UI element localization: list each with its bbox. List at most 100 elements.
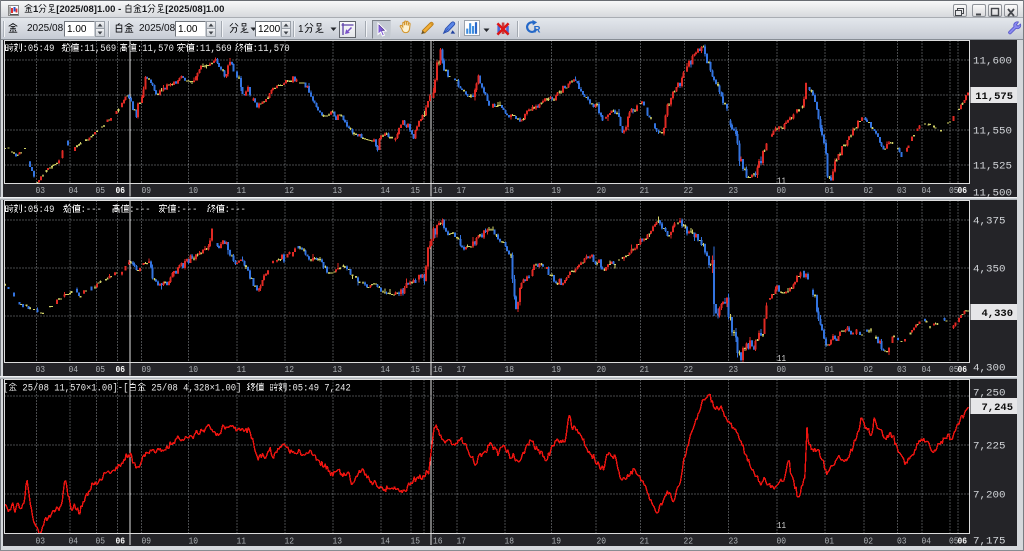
svg-text:13: 13 — [333, 537, 343, 547]
svg-text::11,570: :11,570 — [137, 44, 174, 55]
svg-text:[: [ — [3, 383, 8, 395]
svg-text:14: 14 — [381, 537, 391, 547]
svg-text:02: 02 — [864, 537, 874, 547]
svg-text:11: 11 — [237, 186, 247, 196]
svg-text:10: 10 — [189, 186, 199, 196]
svg-text:19: 19 — [552, 186, 562, 196]
svg-text:7,200: 7,200 — [973, 490, 1006, 502]
svg-text:20: 20 — [597, 537, 607, 547]
svg-text:22: 22 — [684, 365, 694, 375]
svg-text:4,300: 4,300 — [973, 363, 1006, 375]
svg-text:11: 11 — [777, 520, 786, 531]
svg-text:21: 21 — [640, 537, 650, 547]
svg-text:09: 09 — [142, 186, 152, 196]
svg-text::---: :--- — [225, 205, 246, 216]
svg-text::---: :--- — [129, 205, 150, 216]
svg-text:12: 12 — [285, 365, 295, 375]
svg-text:15: 15 — [411, 537, 421, 547]
svg-text:23: 23 — [729, 537, 739, 547]
svg-text:03: 03 — [36, 537, 46, 547]
svg-text:04: 04 — [922, 186, 932, 196]
svg-text:R: R — [534, 25, 541, 36]
svg-text:04: 04 — [69, 537, 79, 547]
svg-text:11,575: 11,575 — [975, 91, 1013, 103]
svg-text:18: 18 — [505, 365, 515, 375]
svg-text:25/08 4,328: 25/08 4,328 — [146, 383, 210, 395]
svg-text:09: 09 — [142, 537, 152, 547]
svg-text:17: 17 — [457, 365, 467, 375]
svg-text:×1.00]: ×1.00] — [210, 383, 247, 395]
svg-text:11: 11 — [777, 176, 786, 187]
svg-text:06: 06 — [958, 537, 968, 547]
svg-text:23: 23 — [729, 365, 739, 375]
svg-text:20: 20 — [597, 186, 607, 196]
svg-text:19: 19 — [552, 537, 562, 547]
svg-text::11,569: :11,569 — [79, 44, 116, 55]
svg-text:01: 01 — [825, 186, 835, 196]
svg-text::11,569: :11,569 — [195, 44, 232, 55]
svg-text:19: 19 — [552, 365, 562, 375]
svg-text:11,550: 11,550 — [973, 126, 1012, 138]
svg-text:25/08 11,570: 25/08 11,570 — [17, 383, 86, 395]
svg-text:15: 15 — [411, 186, 421, 196]
svg-text:05: 05 — [96, 365, 106, 375]
svg-text:11,600: 11,600 — [973, 56, 1012, 68]
svg-text:13: 13 — [333, 365, 343, 375]
svg-text:03: 03 — [897, 365, 907, 375]
svg-text::11,570: :11,570 — [253, 44, 290, 55]
svg-text:01: 01 — [825, 537, 835, 547]
svg-text:04: 04 — [922, 365, 932, 375]
svg-text:02: 02 — [864, 186, 874, 196]
svg-text:22: 22 — [684, 186, 694, 196]
svg-text:16: 16 — [433, 537, 443, 547]
svg-text:12: 12 — [285, 537, 295, 547]
svg-text::05:49: :05:49 — [23, 205, 60, 216]
svg-text:7,175: 7,175 — [973, 536, 1006, 547]
svg-text:05: 05 — [96, 537, 106, 547]
svg-text:15: 15 — [411, 365, 421, 375]
svg-text:16: 16 — [433, 186, 443, 196]
svg-text:00: 00 — [777, 537, 787, 547]
svg-text:04: 04 — [69, 365, 79, 375]
svg-text:23: 23 — [729, 186, 739, 196]
svg-text:06: 06 — [116, 186, 126, 196]
svg-text:14: 14 — [381, 365, 391, 375]
svg-text:18: 18 — [505, 186, 515, 196]
svg-text:00: 00 — [777, 186, 787, 196]
svg-text:00: 00 — [777, 365, 787, 375]
svg-text:4,375: 4,375 — [973, 216, 1006, 228]
svg-text:09: 09 — [142, 365, 152, 375]
svg-text:×1.00]-[: ×1.00]-[ — [86, 383, 128, 395]
svg-text:14: 14 — [381, 186, 391, 196]
svg-text:06: 06 — [958, 186, 968, 196]
svg-text:18: 18 — [505, 537, 515, 547]
svg-text:03: 03 — [897, 186, 907, 196]
svg-text::---: :--- — [81, 205, 102, 216]
svg-text:11: 11 — [237, 537, 247, 547]
svg-text:17: 17 — [457, 186, 467, 196]
svg-text::---: :--- — [176, 205, 197, 216]
svg-text:03: 03 — [897, 537, 907, 547]
svg-text:7,245: 7,245 — [981, 402, 1013, 414]
svg-text:10: 10 — [189, 537, 199, 547]
svg-text:01: 01 — [825, 365, 835, 375]
svg-text:4,330: 4,330 — [981, 308, 1013, 320]
svg-text:4,350: 4,350 — [973, 264, 1006, 276]
svg-text:10: 10 — [189, 365, 199, 375]
svg-text:20: 20 — [597, 365, 607, 375]
svg-text:02: 02 — [864, 365, 874, 375]
svg-text:7,250: 7,250 — [973, 388, 1006, 400]
svg-text:16: 16 — [433, 365, 443, 375]
svg-text:05: 05 — [96, 186, 106, 196]
svg-text:04: 04 — [69, 186, 79, 196]
svg-text::05:49: :05:49 — [23, 44, 60, 55]
svg-text::05:49 7,242: :05:49 7,242 — [287, 384, 351, 395]
svg-text:17: 17 — [457, 537, 467, 547]
svg-text:03: 03 — [36, 186, 46, 196]
svg-text:06: 06 — [116, 365, 126, 375]
svg-text:11: 11 — [237, 365, 247, 375]
svg-text:06: 06 — [116, 537, 126, 547]
svg-text:04: 04 — [922, 537, 932, 547]
svg-text:03: 03 — [36, 365, 46, 375]
svg-text:13: 13 — [333, 186, 343, 196]
